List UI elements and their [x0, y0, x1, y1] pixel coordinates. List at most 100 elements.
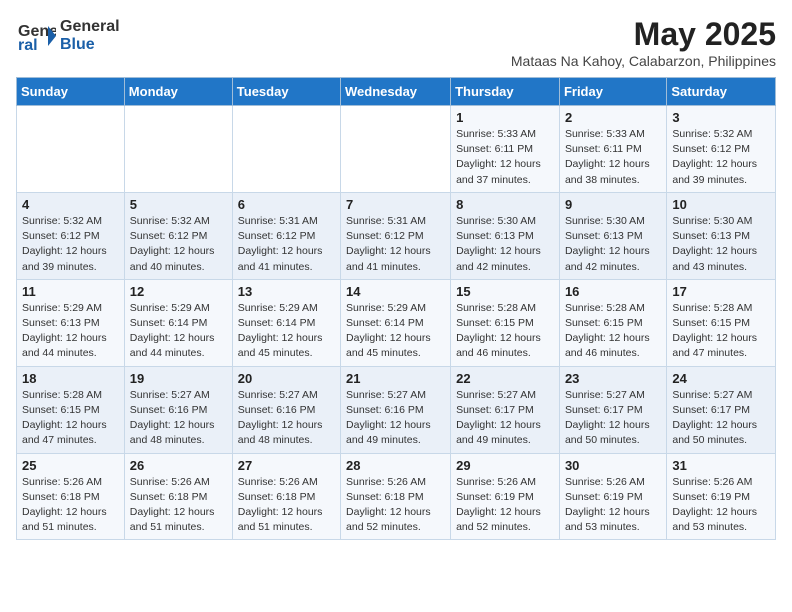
day-number: 9	[565, 197, 661, 212]
day-info: Sunrise: 5:26 AM Sunset: 6:18 PM Dayligh…	[238, 475, 335, 536]
table-row: 5Sunrise: 5:32 AM Sunset: 6:12 PM Daylig…	[124, 192, 232, 279]
day-number: 3	[672, 110, 770, 125]
header-saturday: Saturday	[667, 78, 776, 106]
day-info: Sunrise: 5:30 AM Sunset: 6:13 PM Dayligh…	[565, 214, 661, 275]
day-number: 4	[22, 197, 119, 212]
title-section: May 2025 Mataas Na Kahoy, Calabarzon, Ph…	[511, 16, 776, 69]
day-info: Sunrise: 5:32 AM Sunset: 6:12 PM Dayligh…	[672, 127, 770, 188]
header-tuesday: Tuesday	[232, 78, 340, 106]
day-info: Sunrise: 5:26 AM Sunset: 6:18 PM Dayligh…	[130, 475, 227, 536]
day-number: 7	[346, 197, 445, 212]
day-number: 20	[238, 371, 335, 386]
day-number: 16	[565, 284, 661, 299]
table-row: 23 Sunrise: 5:27 AM Sunset: 6:17 PM Dayli…	[559, 366, 666, 453]
day-number: 10	[672, 197, 770, 212]
day-number: 27	[238, 458, 335, 473]
day-number: 2	[565, 110, 661, 125]
day-info: Sunrise: 5:27 AM Sunset: 6:17 PM Dayligh…	[565, 388, 661, 449]
table-row: 20 Sunrise: 5:27 AM Sunset: 6:16 PM Dayli…	[232, 366, 340, 453]
header-thursday: Thursday	[451, 78, 560, 106]
table-row: 3 Sunrise: 5:32 AM Sunset: 6:12 PM Daylig…	[667, 106, 776, 193]
day-info: Sunrise: 5:28 AM Sunset: 6:15 PM Dayligh…	[22, 388, 119, 449]
header-sunday: Sunday	[17, 78, 125, 106]
table-row: 1 Sunrise: 5:33 AM Sunset: 6:11 PM Daylig…	[451, 106, 560, 193]
day-number: 15	[456, 284, 554, 299]
day-number: 24	[672, 371, 770, 386]
calendar-table: Sunday Monday Tuesday Wednesday Thursday…	[16, 77, 776, 540]
table-row: 13 Sunrise: 5:29 AM Sunset: 6:14 PM Dayli…	[232, 279, 340, 366]
logo-blue-text: Blue	[60, 36, 120, 54]
table-row: 25 Sunrise: 5:26 AM Sunset: 6:18 PM Dayli…	[17, 453, 125, 540]
day-number: 23	[565, 371, 661, 386]
table-row: 15 Sunrise: 5:28 AM Sunset: 6:15 PM Dayli…	[451, 279, 560, 366]
calendar-week-row: 11Sunrise: 5:29 AM Sunset: 6:13 PM Dayli…	[17, 279, 776, 366]
table-row: 9 Sunrise: 5:30 AM Sunset: 6:13 PM Daylig…	[559, 192, 666, 279]
table-row: 6Sunrise: 5:31 AM Sunset: 6:12 PM Daylig…	[232, 192, 340, 279]
table-row: 21 Sunrise: 5:27 AM Sunset: 6:16 PM Dayli…	[341, 366, 451, 453]
table-row: 14Sunrise: 5:29 AM Sunset: 6:14 PM Dayli…	[341, 279, 451, 366]
day-number: 21	[346, 371, 445, 386]
day-info: Sunrise: 5:29 AM Sunset: 6:14 PM Dayligh…	[130, 301, 227, 362]
day-number: 17	[672, 284, 770, 299]
table-row: 19Sunrise: 5:27 AM Sunset: 6:16 PM Dayli…	[124, 366, 232, 453]
table-row	[341, 106, 451, 193]
table-row	[232, 106, 340, 193]
day-number: 28	[346, 458, 445, 473]
table-row: 22Sunrise: 5:27 AM Sunset: 6:17 PM Dayli…	[451, 366, 560, 453]
day-number: 26	[130, 458, 227, 473]
header-friday: Friday	[559, 78, 666, 106]
day-info: Sunrise: 5:30 AM Sunset: 6:13 PM Dayligh…	[672, 214, 770, 275]
page-header: Gene ral General Blue May 2025 Mataas Na…	[16, 16, 776, 69]
table-row: 18 Sunrise: 5:28 AM Sunset: 6:15 PM Dayli…	[17, 366, 125, 453]
day-info: Sunrise: 5:29 AM Sunset: 6:14 PM Dayligh…	[238, 301, 335, 362]
calendar-header-row: Sunday Monday Tuesday Wednesday Thursday…	[17, 78, 776, 106]
day-info: Sunrise: 5:29 AM Sunset: 6:14 PM Dayligh…	[346, 301, 445, 362]
location-subtitle: Mataas Na Kahoy, Calabarzon, Philippines	[511, 53, 776, 69]
table-row: 4Sunrise: 5:32 AM Sunset: 6:12 PM Daylig…	[17, 192, 125, 279]
table-row: 30Sunrise: 5:26 AM Sunset: 6:19 PM Dayli…	[559, 453, 666, 540]
day-number: 31	[672, 458, 770, 473]
svg-text:ral: ral	[18, 37, 38, 54]
day-info: Sunrise: 5:28 AM Sunset: 6:15 PM Dayligh…	[672, 301, 770, 362]
day-number: 1	[456, 110, 554, 125]
table-row: 11Sunrise: 5:29 AM Sunset: 6:13 PM Dayli…	[17, 279, 125, 366]
month-year-title: May 2025	[511, 16, 776, 53]
calendar-week-row: 18 Sunrise: 5:28 AM Sunset: 6:15 PM Dayli…	[17, 366, 776, 453]
day-info: Sunrise: 5:28 AM Sunset: 6:15 PM Dayligh…	[565, 301, 661, 362]
table-row	[124, 106, 232, 193]
day-info: Sunrise: 5:28 AM Sunset: 6:15 PM Dayligh…	[456, 301, 554, 362]
logo-general-text: General	[60, 18, 120, 36]
table-row: 16 Sunrise: 5:28 AM Sunset: 6:15 PM Dayli…	[559, 279, 666, 366]
table-row: 2Sunrise: 5:33 AM Sunset: 6:11 PM Daylig…	[559, 106, 666, 193]
day-info: Sunrise: 5:27 AM Sunset: 6:16 PM Dayligh…	[346, 388, 445, 449]
day-number: 8	[456, 197, 554, 212]
table-row: 7 Sunrise: 5:31 AM Sunset: 6:12 PM Daylig…	[341, 192, 451, 279]
day-info: Sunrise: 5:31 AM Sunset: 6:12 PM Dayligh…	[346, 214, 445, 275]
table-row: 31 Sunrise: 5:26 AM Sunset: 6:19 PM Dayli…	[667, 453, 776, 540]
calendar-week-row: 1 Sunrise: 5:33 AM Sunset: 6:11 PM Daylig…	[17, 106, 776, 193]
day-info: Sunrise: 5:31 AM Sunset: 6:12 PM Dayligh…	[238, 214, 335, 275]
day-number: 12	[130, 284, 227, 299]
day-number: 22	[456, 371, 554, 386]
day-number: 18	[22, 371, 119, 386]
day-info: Sunrise: 5:27 AM Sunset: 6:16 PM Dayligh…	[130, 388, 227, 449]
day-info: Sunrise: 5:30 AM Sunset: 6:13 PM Dayligh…	[456, 214, 554, 275]
day-info: Sunrise: 5:26 AM Sunset: 6:18 PM Dayligh…	[346, 475, 445, 536]
day-info: Sunrise: 5:27 AM Sunset: 6:17 PM Dayligh…	[672, 388, 770, 449]
day-number: 13	[238, 284, 335, 299]
day-info: Sunrise: 5:33 AM Sunset: 6:11 PM Dayligh…	[456, 127, 554, 188]
calendar-week-row: 4Sunrise: 5:32 AM Sunset: 6:12 PM Daylig…	[17, 192, 776, 279]
day-info: Sunrise: 5:26 AM Sunset: 6:19 PM Dayligh…	[565, 475, 661, 536]
table-row: 17 Sunrise: 5:28 AM Sunset: 6:15 PM Dayli…	[667, 279, 776, 366]
day-number: 25	[22, 458, 119, 473]
day-info: Sunrise: 5:26 AM Sunset: 6:18 PM Dayligh…	[22, 475, 119, 536]
day-info: Sunrise: 5:26 AM Sunset: 6:19 PM Dayligh…	[672, 475, 770, 536]
table-row: 8 Sunrise: 5:30 AM Sunset: 6:13 PM Daylig…	[451, 192, 560, 279]
logo: Gene ral General Blue	[16, 16, 120, 56]
day-info: Sunrise: 5:27 AM Sunset: 6:16 PM Dayligh…	[238, 388, 335, 449]
table-row: 29 Sunrise: 5:26 AM Sunset: 6:19 PM Dayli…	[451, 453, 560, 540]
day-number: 29	[456, 458, 554, 473]
logo-icon: Gene ral	[16, 16, 56, 56]
table-row: 27 Sunrise: 5:26 AM Sunset: 6:18 PM Dayli…	[232, 453, 340, 540]
day-info: Sunrise: 5:26 AM Sunset: 6:19 PM Dayligh…	[456, 475, 554, 536]
